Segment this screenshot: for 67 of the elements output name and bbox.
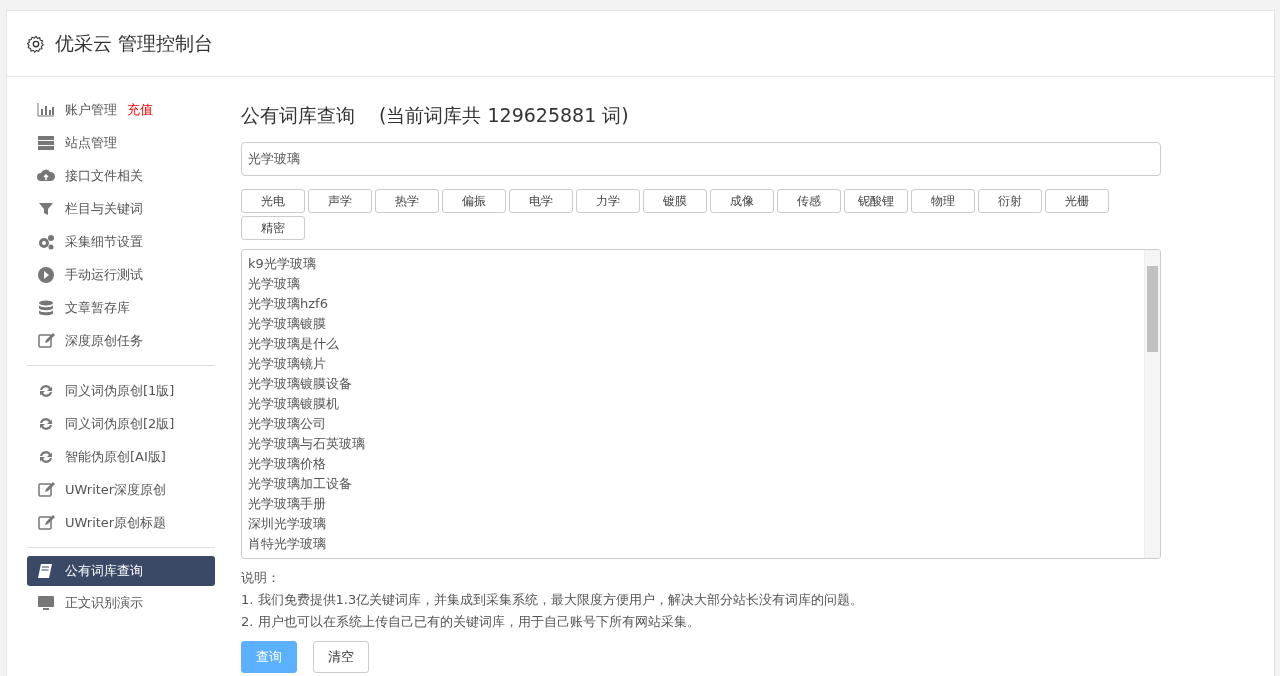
category-tag[interactable]: 成像 xyxy=(710,188,774,213)
gears-icon xyxy=(37,232,55,251)
play-icon xyxy=(37,265,55,284)
scrollbar[interactable] xyxy=(1144,249,1160,558)
edit-icon xyxy=(37,513,55,532)
result-item[interactable]: 光学玻璃加工设备 xyxy=(248,473,1138,494)
results-list[interactable]: k9光学玻璃 光学玻璃 光学玻璃hzf6 光学玻璃镀膜 光学玻璃是什么 光学玻璃镜片 光学玻璃镀膜设备 光学玻璃镀膜机 光学玻璃公司 光学玻璃与石英玻璃 光学玻璃价格 光学玻璃加工设备 光学玻璃手册 深圳光学玻璃 肖特光学玻璃 xyxy=(241,248,1161,559)
sidebar-item[interactable]: UWriter原创标题 xyxy=(27,506,215,539)
category-tag[interactable]: 偏振 xyxy=(442,188,506,213)
sidebar-item[interactable]: 栏目与关键词 xyxy=(27,192,215,225)
result-item[interactable]: 光学玻璃公司 xyxy=(248,413,1138,434)
category-tag[interactable]: 光电 xyxy=(241,188,305,213)
sidebar-item[interactable]: 正文识别演示 xyxy=(27,586,215,619)
result-item[interactable]: 光学玻璃价格 xyxy=(248,453,1138,474)
sidebar-item[interactable]: 采集细节设置 xyxy=(27,225,215,258)
sidebar-item[interactable]: 深度原创任务 xyxy=(27,324,215,357)
sidebar-item[interactable]: 接口文件相关 xyxy=(27,159,215,192)
result-item[interactable]: 光学玻璃镀膜设备 xyxy=(248,373,1138,394)
result-item[interactable]: k9光学玻璃 xyxy=(248,253,1138,274)
server-icon xyxy=(37,133,55,152)
sidebar-item[interactable]: 账户管理 充值 xyxy=(27,93,215,126)
result-item[interactable]: 光学玻璃镀膜 xyxy=(248,313,1138,334)
result-item[interactable]: 光学玻璃hzf6 xyxy=(248,293,1138,314)
word-count: (当前词库共 129625881 词) xyxy=(379,103,629,128)
sidebar-item[interactable]: 同义词伪原创[1版] xyxy=(27,374,215,407)
result-item[interactable]: 光学玻璃镀膜机 xyxy=(248,393,1138,414)
monitor-icon xyxy=(37,593,55,612)
sidebar-item[interactable]: 手动运行测试 xyxy=(27,258,215,291)
result-item[interactable]: 肖特光学玻璃 xyxy=(248,533,1138,554)
book-icon xyxy=(37,562,55,580)
settings-icon xyxy=(27,34,45,53)
clear-button[interactable]: 清空 xyxy=(313,640,369,673)
result-item[interactable]: 光学玻璃是什么 xyxy=(248,333,1138,354)
database-icon xyxy=(37,298,55,317)
page-title: 公有词库查询 xyxy=(241,103,355,128)
category-tag[interactable]: 精密 xyxy=(241,215,305,240)
console-title: 优采云 管理控制台 xyxy=(55,31,214,57)
search-field[interactable]: 光学玻璃 xyxy=(241,141,1161,176)
recharge-link[interactable]: 充值 xyxy=(127,99,153,120)
scroll-thumb[interactable] xyxy=(1147,265,1158,352)
sidebar-item[interactable]: 站点管理 xyxy=(27,126,215,159)
category-tag[interactable]: 电学 xyxy=(509,188,573,213)
category-tag[interactable]: 声学 xyxy=(308,188,372,213)
result-item[interactable]: 光学玻璃手册 xyxy=(248,493,1138,514)
category-tag[interactable]: 热学 xyxy=(375,188,439,213)
notes-title: 说明： xyxy=(241,568,281,587)
sidebar-item[interactable]: 智能伪原创[AI版] xyxy=(27,440,215,473)
result-item[interactable]: 光学玻璃 xyxy=(248,273,1138,294)
result-item[interactable]: 深圳光学玻璃 xyxy=(248,513,1138,534)
bar-chart-icon xyxy=(37,100,55,119)
category-tag[interactable]: 光栅 xyxy=(1045,188,1109,213)
note-text: 2. 用户也可以在系统上传自己已有的关键词库，用于自己账号下所有网站采集。 xyxy=(241,612,701,631)
sidebar-item[interactable]: UWriter深度原创 xyxy=(27,473,215,506)
note-text: 1. 我们免费提供1.3亿关键词库，并集成到采集系统，最大限度方便用户，解决大部分站长没有词库的问题。 xyxy=(241,590,865,609)
sidebar-item[interactable]: 同义词伪原创[2版] xyxy=(27,407,215,440)
category-tag[interactable]: 铌酸锂 xyxy=(844,188,908,213)
result-item[interactable]: 光学玻璃与石英玻璃 xyxy=(248,433,1138,454)
edit-icon xyxy=(37,480,55,499)
edit-icon xyxy=(37,331,55,350)
result-item[interactable]: 光学玻璃镜片 xyxy=(248,353,1138,374)
category-tag[interactable]: 镀膜 xyxy=(643,188,707,213)
category-tag[interactable]: 力学 xyxy=(576,188,640,213)
sidebar-item[interactable]: 公有词库查询 xyxy=(27,556,215,586)
sidebar-item[interactable]: 文章暂存库 xyxy=(27,291,215,324)
category-tag[interactable]: 衍射 xyxy=(978,188,1042,213)
category-tag[interactable]: 传感 xyxy=(777,188,841,213)
category-tag[interactable]: 物理 xyxy=(911,188,975,213)
